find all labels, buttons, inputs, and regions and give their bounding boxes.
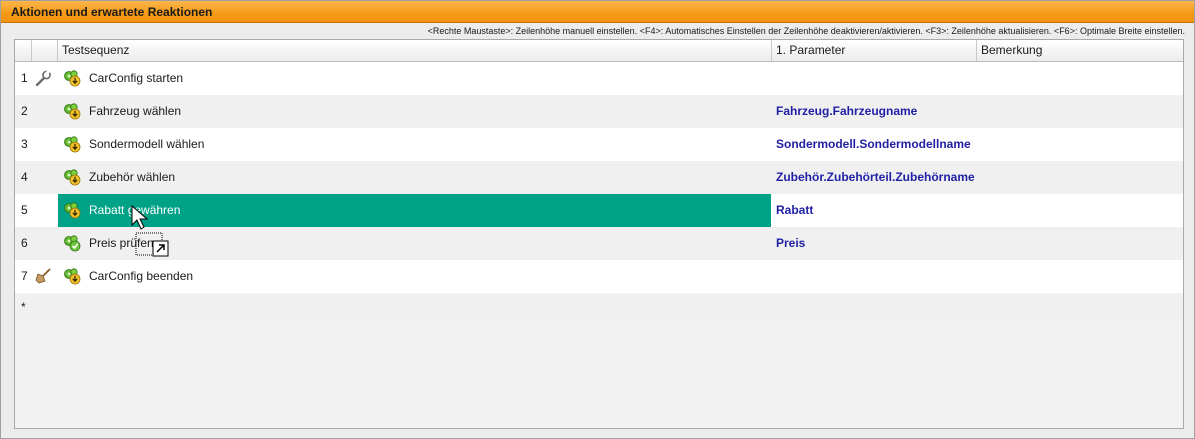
action-gear-icon xyxy=(63,169,82,186)
row-number: 1 xyxy=(21,71,28,85)
row-number: 7 xyxy=(21,269,28,283)
parameter-value[interactable]: Zubehör.Zubehörteil.Zubehörname xyxy=(776,161,975,194)
header-bemerkung[interactable]: Bemerkung xyxy=(977,40,1183,61)
action-gear-icon xyxy=(63,103,82,120)
row-number: 2 xyxy=(21,104,28,118)
test-sequence-table[interactable]: Testsequenz 1. Parameter Bemerkung 1 CarC… xyxy=(14,39,1184,429)
panel-title-bar: Aktionen und erwartete Reaktionen xyxy=(1,1,1194,23)
row-number: 3 xyxy=(21,137,28,151)
table-row[interactable]: 7 CarConfig beenden xyxy=(15,260,1183,293)
parameter-value[interactable]: Sondermodell.Sondermodellname xyxy=(776,128,971,161)
action-gear-icon xyxy=(63,202,82,219)
keyboard-hint: <Rechte Maustaste>: Zeilenhöhe manuell e… xyxy=(427,26,1185,36)
action-name[interactable]: Zubehör wählen xyxy=(89,161,175,194)
panel-title: Aktionen und erwartete Reaktionen xyxy=(11,5,213,19)
broom-icon xyxy=(35,268,51,284)
action-name[interactable]: CarConfig beenden xyxy=(89,260,193,293)
table-row[interactable]: 4 Zubehör wählen Zubehör.Zubehörteil.Zubeh… xyxy=(15,161,1183,194)
parameter-value[interactable]: Preis xyxy=(776,227,805,260)
header-parameter[interactable]: 1. Parameter xyxy=(772,40,977,61)
drag-cursor-icon xyxy=(131,205,169,257)
wrench-icon xyxy=(35,69,51,87)
table-header: Testsequenz 1. Parameter Bemerkung xyxy=(15,40,1183,62)
row-number: 6 xyxy=(21,236,28,250)
row-number: 5 xyxy=(21,203,28,217)
new-row-marker: * xyxy=(21,300,26,314)
table-row[interactable]: 5 Rabatt gewähren Rabatt xyxy=(15,194,1183,227)
action-name[interactable]: Fahrzeug wählen xyxy=(89,95,181,128)
action-name[interactable]: Sondermodell wählen xyxy=(89,128,204,161)
action-gear-icon xyxy=(63,268,82,285)
parameter-value[interactable]: Rabatt xyxy=(776,194,813,227)
action-gear-icon xyxy=(63,136,82,153)
table-row[interactable]: 6 Preis prüfen Preis xyxy=(15,227,1183,260)
table-row[interactable]: 3 Sondermodell wählen Sondermodell.Sonderm… xyxy=(15,128,1183,161)
check-reaction-icon xyxy=(63,235,82,252)
action-name[interactable]: CarConfig starten xyxy=(89,62,183,95)
header-testsequenz[interactable]: Testsequenz xyxy=(58,40,772,61)
action-gear-icon xyxy=(63,70,82,87)
new-row[interactable]: * xyxy=(15,295,1183,319)
parameter-value[interactable]: Fahrzeug.Fahrzeugname xyxy=(776,95,917,128)
table-row[interactable]: 1 CarConfig starten xyxy=(15,62,1183,95)
header-tool[interactable] xyxy=(32,40,58,61)
table-row[interactable]: 2 Fahrzeug wählen Fahrzeug.Fahrzeugname xyxy=(15,95,1183,128)
header-num[interactable] xyxy=(15,40,32,61)
row-number: 4 xyxy=(21,170,28,184)
panel: Aktionen und erwartete Reaktionen <Recht… xyxy=(0,0,1195,439)
